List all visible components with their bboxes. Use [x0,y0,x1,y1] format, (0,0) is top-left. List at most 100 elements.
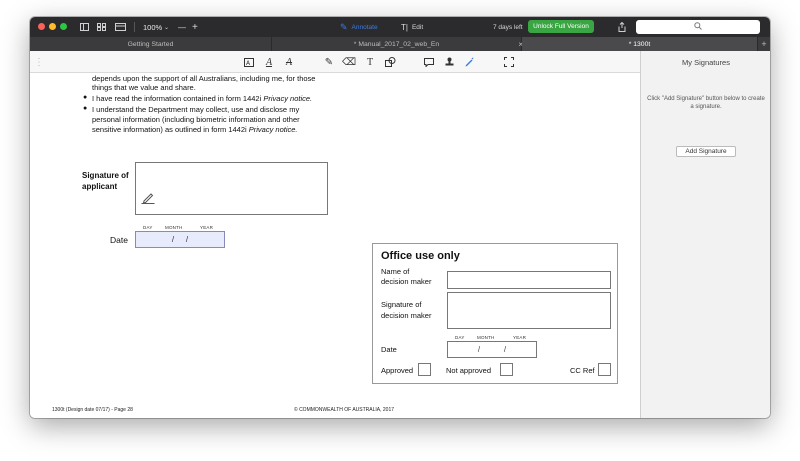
page-view-icon[interactable] [115,17,126,37]
tab-getting-started[interactable]: Getting Started [30,37,272,51]
label-line: Name of [381,267,410,276]
month-header: MONTH [477,335,495,340]
highlight-text-icon[interactable]: A [262,54,276,70]
statement-text: I have read the information contained in… [92,94,264,103]
annotation-toolbar: ⋮ A A A ✎ ⌫ T [30,51,640,73]
strikethrough-text-icon[interactable]: A [282,54,296,70]
crop-icon[interactable] [502,54,516,70]
trial-days-left: 7 days left [493,23,523,31]
statement-text: sensitive information) as outlined in fo… [92,125,249,134]
tab-manual[interactable]: * Manual_2017_02_web_En × [272,37,523,51]
tab-1300t[interactable]: * 1300t [522,37,758,51]
unlock-full-version-button[interactable]: Unlock Full Version [528,20,594,33]
approved-label: Approved [381,366,414,375]
edit-mode-button[interactable]: T| Edit [401,17,423,37]
app-window: 100% ⌄ — + ✎ Annotate T| Edit 7 days lef… [30,17,770,418]
day-header: DAY [455,335,465,340]
privacy-notice-ref: Privacy notice. [248,125,298,134]
decision-maker-name-field[interactable] [447,271,611,289]
sidebar-hint: Click "Add Signature" button below to cr… [647,96,765,110]
note-icon[interactable] [422,54,436,70]
not-approved-label: Not approved [446,366,492,375]
date-separator: / [503,345,507,354]
office-use-title: Office use only [381,250,460,262]
pen-icon: ✎ [340,21,348,32]
signatures-sidebar: My Signatures Click "Add Signature" butt… [640,51,770,418]
chevron-down-icon[interactable]: ⌄ [164,17,169,37]
paragraph-line: I understand the Department may collect,… [92,105,300,114]
bullet: ● [83,105,88,112]
label-line: decision maker [381,277,432,286]
sidebar-toggle-icon[interactable] [80,17,89,37]
add-tab-button[interactable]: + [758,37,770,51]
pencil-icon[interactable]: ✎ [322,54,336,70]
zoom-out-button[interactable]: — [178,17,186,37]
annotate-label: Annotate [351,23,378,31]
decision-maker-signature-field[interactable] [447,292,611,329]
day-header: DAY [143,225,153,230]
shapes-icon[interactable] [383,54,397,70]
applicant-signature-field[interactable] [135,162,328,215]
signature-pen-icon [141,191,155,209]
zoom-in-button[interactable]: + [192,17,198,37]
signature-pen-icon[interactable] [462,54,476,70]
minimize-window-button[interactable] [49,23,56,30]
applicant-date-field[interactable]: / / [135,231,225,248]
date-separator: / [477,345,481,354]
zoom-window-button[interactable] [60,23,67,30]
grid-view-icon[interactable] [97,17,106,37]
sidebar-title: My Signatures [682,58,730,67]
year-header: YEAR [200,225,214,230]
date-label: Date [110,235,128,245]
signature-of-applicant-label: Signature of applicant [82,170,129,192]
office-date-field[interactable]: / / [447,341,537,358]
bullet: ● [83,94,88,101]
eraser-icon[interactable]: ⌫ [342,54,356,70]
label-line: Signature of [381,300,422,309]
paragraph-line: personal information (including biometri… [92,115,300,124]
text-recognition-icon[interactable]: A [242,54,256,70]
add-signature-button[interactable]: Add Signature [676,146,736,157]
search-input[interactable] [636,20,760,34]
footer-copyright: © COMMONWEALTH OF AUSTRALIA, 2017 [294,407,394,413]
tab-label: * 1300t [628,40,651,48]
share-icon[interactable] [618,17,626,37]
tab-label: Getting Started [127,40,174,48]
paragraph-line: sensitive information) as outlined in fo… [92,125,298,134]
svg-text:A: A [246,60,251,67]
close-window-button[interactable] [38,23,45,30]
label-line: applicant [82,182,118,191]
office-date-label: Date [381,345,397,354]
toolbar-grip-icon: ⋮ [34,56,44,68]
tab-label: * Manual_2017_02_web_En [353,40,440,48]
office-use-section: Office use only Name of decision maker S… [372,243,618,384]
approved-checkbox[interactable] [418,363,431,376]
divider [134,22,135,32]
paragraph-line: things that we value and share. [92,83,196,92]
label-line: decision maker [381,311,432,320]
annotate-mode-button[interactable]: ✎ Annotate [340,17,378,37]
paragraph-line: depends upon the support of all Australi… [92,74,316,83]
title-bar: 100% ⌄ — + ✎ Annotate T| Edit 7 days lef… [30,17,770,37]
stamp-icon[interactable] [442,54,456,70]
text-cursor-icon: T| [401,22,408,32]
not-approved-checkbox[interactable] [500,363,513,376]
pdf-page[interactable]: depends upon the support of all Australi… [30,73,640,418]
month-header: MONTH [165,225,183,230]
name-of-decision-maker-label: Name of decision maker [381,267,431,287]
zoom-level[interactable]: 100% [143,17,162,37]
footer-page-info: 1300t (Design date 07/17) - Page 28 [52,407,133,413]
decision-maker-signature-label: Signature of decision maker [381,299,431,321]
year-header: YEAR [513,335,527,340]
cc-ref-label: CC Ref [570,366,595,375]
label-line: Signature of [82,171,129,180]
tab-bar: Getting Started * Manual_2017_02_web_En … [30,37,770,51]
edit-label: Edit [411,23,424,31]
text-tool-icon[interactable]: T [363,54,377,70]
cc-ref-checkbox[interactable] [598,363,611,376]
search-icon [694,22,702,32]
privacy-notice-statement: I have read the information contained in… [92,94,312,103]
privacy-notice-ref: Privacy notice. [263,94,313,103]
date-separator: / [171,235,175,244]
date-separator: / [185,235,189,244]
